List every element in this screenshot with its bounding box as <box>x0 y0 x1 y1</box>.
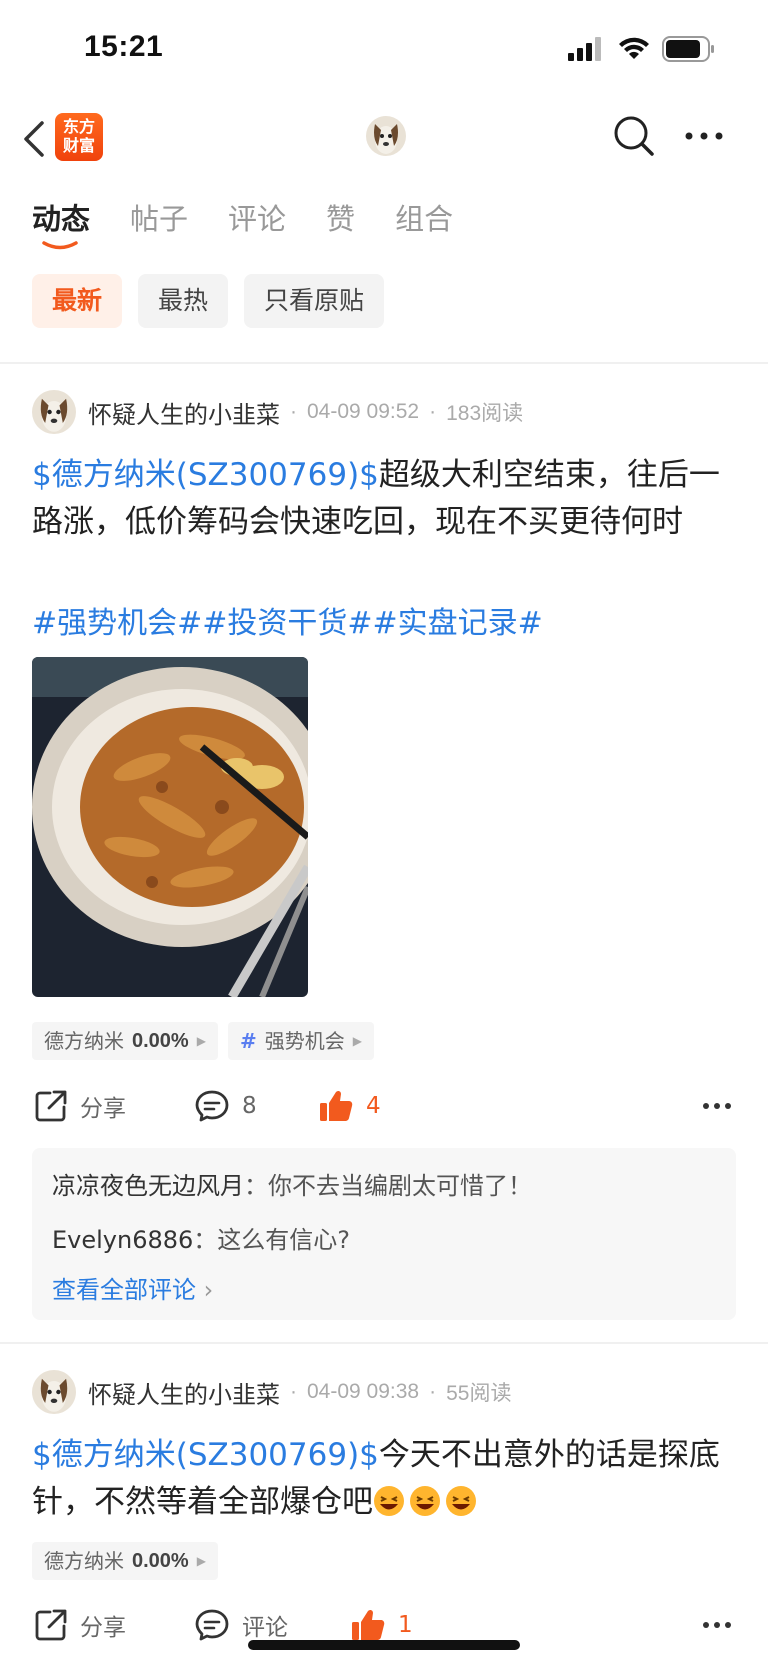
post-time: 04-09 09:38 <box>307 1380 420 1403</box>
laughing-emoji-icon <box>410 1486 440 1516</box>
tab-posts[interactable]: 帖子 <box>130 196 188 248</box>
section-divider <box>0 1342 768 1344</box>
section-divider <box>0 362 768 364</box>
stock-link[interactable]: $德方纳米(SZ300769)$ <box>32 457 379 493</box>
post-body[interactable]: $德方纳米(SZ300769)$今天不出意外的话是探底针，不然等着全部爆仓吧 <box>32 1432 742 1526</box>
profile-tabs: 动态 帖子 评论 赞 组合 <box>32 196 453 256</box>
share-icon <box>35 1090 67 1122</box>
author-name[interactable]: 怀疑人生的小韭菜 <box>88 395 280 430</box>
more-horizontal-icon <box>703 1622 731 1628</box>
post-image[interactable] <box>32 657 308 997</box>
comment-item: 凉凉夜色无边风月：你不去当编剧太可惜了！ <box>52 1172 532 1200</box>
dog-avatar-image <box>32 1370 76 1414</box>
stock-tag[interactable]: 德方纳米 0.00% ▶ <box>32 1022 218 1060</box>
like-button[interactable]: 4 <box>318 1081 381 1131</box>
more-options-button[interactable] <box>680 112 728 160</box>
chevron-right-icon: › <box>203 1276 214 1304</box>
nav-bar: 东方 财富 <box>0 104 768 184</box>
post-header: 怀疑人生的小韭菜 · 04-09 09:52 · 183阅读 <box>32 389 523 435</box>
read-count: 55阅读 <box>446 1382 512 1405</box>
status-time: 15:21 <box>84 30 164 63</box>
post-time: 04-09 09:52 <box>307 400 420 423</box>
tab-likes[interactable]: 赞 <box>326 196 355 248</box>
tag-row: 德方纳米 0.00% ▶ <box>32 1542 218 1580</box>
filter-newest[interactable]: 最新 <box>32 274 123 328</box>
chevron-left-icon <box>24 121 44 157</box>
read-count: 183阅读 <box>446 402 524 425</box>
author-avatar[interactable] <box>32 390 76 434</box>
comment-icon <box>195 1609 229 1641</box>
thumbs-up-icon <box>352 1609 385 1640</box>
post-more-button[interactable] <box>702 1600 732 1650</box>
author-name[interactable]: 怀疑人生的小韭菜 <box>88 1375 280 1410</box>
wifi-icon <box>619 37 649 59</box>
comment-preview[interactable]: 凉凉夜色无边风月：你不去当编剧太可惜了！ Evelyn6886：这么有信心? 查… <box>32 1148 736 1320</box>
triangle-right-icon: ▶ <box>196 1034 206 1048</box>
brand-logo[interactable]: 东方 财富 <box>55 113 103 161</box>
status-bar: 15:21 <box>0 0 768 100</box>
share-button[interactable]: 分享 <box>34 1600 126 1650</box>
share-icon <box>35 1609 67 1641</box>
search-icon <box>614 116 654 156</box>
stock-link[interactable]: $德方纳米(SZ300769)$ <box>32 1437 379 1473</box>
home-indicator[interactable] <box>248 1640 520 1650</box>
tab-active-indicator <box>42 241 78 250</box>
tab-dynamics[interactable]: 动态 <box>32 196 90 250</box>
meta-dot: · <box>429 1380 437 1403</box>
tab-portfolio[interactable]: 组合 <box>395 196 453 248</box>
share-button[interactable]: 分享 <box>34 1081 126 1131</box>
meta-dot: · <box>290 1380 297 1403</box>
sort-filters: 最新 最热 只看原贴 <box>32 274 385 328</box>
topic-links[interactable]: #强势机会##投资干货##实盘记录# <box>32 598 543 642</box>
view-all-comments-link[interactable]: 查看全部评论 › <box>52 1270 213 1305</box>
author-avatar[interactable] <box>32 1370 76 1414</box>
post-header: 怀疑人生的小韭菜 · 04-09 09:38 · 55阅读 <box>32 1369 511 1415</box>
filter-original-only[interactable]: 只看原贴 <box>244 274 385 328</box>
comment-button[interactable]: 8 <box>194 1081 257 1131</box>
meta-dot: · <box>429 400 437 423</box>
comment-icon <box>195 1090 229 1122</box>
post-more-button[interactable] <box>702 1081 732 1131</box>
meta-dot: · <box>290 400 297 423</box>
tag-row: 德方纳米 0.00% ▶ # 强势机会 ▶ <box>32 1022 374 1060</box>
laughing-emoji-icon <box>446 1486 476 1516</box>
cellular-signal-icon <box>568 37 601 61</box>
back-button[interactable] <box>14 116 54 162</box>
stock-tag[interactable]: 德方纳米 0.00% ▶ <box>32 1542 218 1580</box>
more-horizontal-icon <box>685 132 723 140</box>
battery-icon <box>662 36 714 62</box>
profile-avatar[interactable] <box>366 116 406 156</box>
more-horizontal-icon <box>703 1103 731 1109</box>
comment-item: Evelyn6886：这么有信心? <box>52 1226 351 1254</box>
post-body[interactable]: $德方纳米(SZ300769)$超级大利空结束，往后一路涨，低价筹码会快速吃回，… <box>32 452 742 546</box>
thumbs-up-icon <box>320 1090 353 1121</box>
filter-hottest[interactable]: 最热 <box>138 274 229 328</box>
search-button[interactable] <box>610 112 658 160</box>
status-icons <box>568 36 716 62</box>
laughing-emoji-icon <box>374 1486 404 1516</box>
tab-comments[interactable]: 评论 <box>228 196 286 248</box>
topic-tag[interactable]: # 强势机会 ▶ <box>227 1022 374 1060</box>
triangle-right-icon: ▶ <box>352 1034 362 1048</box>
post-actions: 分享 8 4 <box>32 1081 736 1131</box>
dog-avatar-image <box>32 390 76 434</box>
dog-avatar-image <box>366 116 406 156</box>
triangle-right-icon: ▶ <box>196 1554 206 1568</box>
food-photo <box>32 657 308 997</box>
